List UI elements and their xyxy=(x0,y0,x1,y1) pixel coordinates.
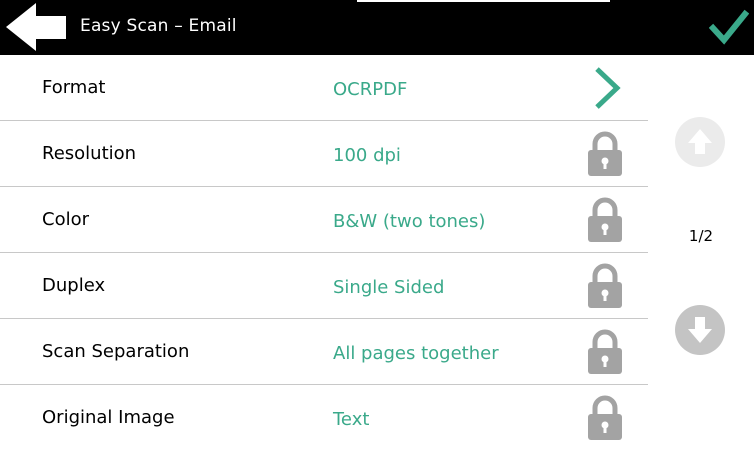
lock-icon xyxy=(588,197,622,242)
setting-label: Scan Separation xyxy=(42,341,190,362)
scroll-down-button[interactable] xyxy=(675,305,725,355)
setting-label: Duplex xyxy=(42,275,106,296)
setting-row-original-image[interactable]: Original Image Text xyxy=(0,385,648,451)
arrow-left-icon xyxy=(6,3,66,51)
pagination-panel: 1/2 xyxy=(648,55,754,449)
setting-value: 100 dpi xyxy=(333,145,401,166)
back-button[interactable] xyxy=(6,3,68,53)
setting-row-duplex[interactable]: Duplex Single Sided xyxy=(0,253,648,319)
setting-value: All pages together xyxy=(333,343,499,364)
setting-label: Original Image xyxy=(42,407,175,428)
setting-row-format[interactable]: Format OCRPDF xyxy=(0,55,648,121)
setting-label: Resolution xyxy=(42,143,137,164)
lock-icon xyxy=(588,131,622,176)
setting-value: OCRPDF xyxy=(333,79,408,100)
setting-value: Single Sided xyxy=(333,277,445,298)
arrow-up-icon xyxy=(688,129,712,154)
setting-row-scan-separation[interactable]: Scan Separation All pages together xyxy=(0,319,648,385)
setting-value: Text xyxy=(333,409,370,430)
lock-icon xyxy=(588,395,622,440)
scroll-up-button[interactable] xyxy=(675,117,725,167)
chevron-right-icon[interactable] xyxy=(588,65,626,111)
top-bar: Easy Scan – Email xyxy=(0,0,754,55)
setting-label: Color xyxy=(42,209,89,230)
page-indicator: 1/2 xyxy=(688,227,714,245)
page-title: Easy Scan – Email xyxy=(80,16,237,36)
setting-row-resolution[interactable]: Resolution 100 dpi xyxy=(0,121,648,187)
top-indicator-line xyxy=(357,0,610,2)
setting-value: B&W (two tones) xyxy=(333,211,486,232)
arrow-down-icon xyxy=(688,317,712,343)
setting-label: Format xyxy=(42,77,106,98)
settings-list: Format OCRPDF Resolution 100 dpi Color B… xyxy=(0,55,648,451)
lock-icon xyxy=(588,329,622,374)
setting-row-color[interactable]: Color B&W (two tones) xyxy=(0,187,648,253)
confirm-button[interactable] xyxy=(708,8,750,48)
checkmark-icon xyxy=(708,9,750,45)
lock-icon xyxy=(588,263,622,308)
